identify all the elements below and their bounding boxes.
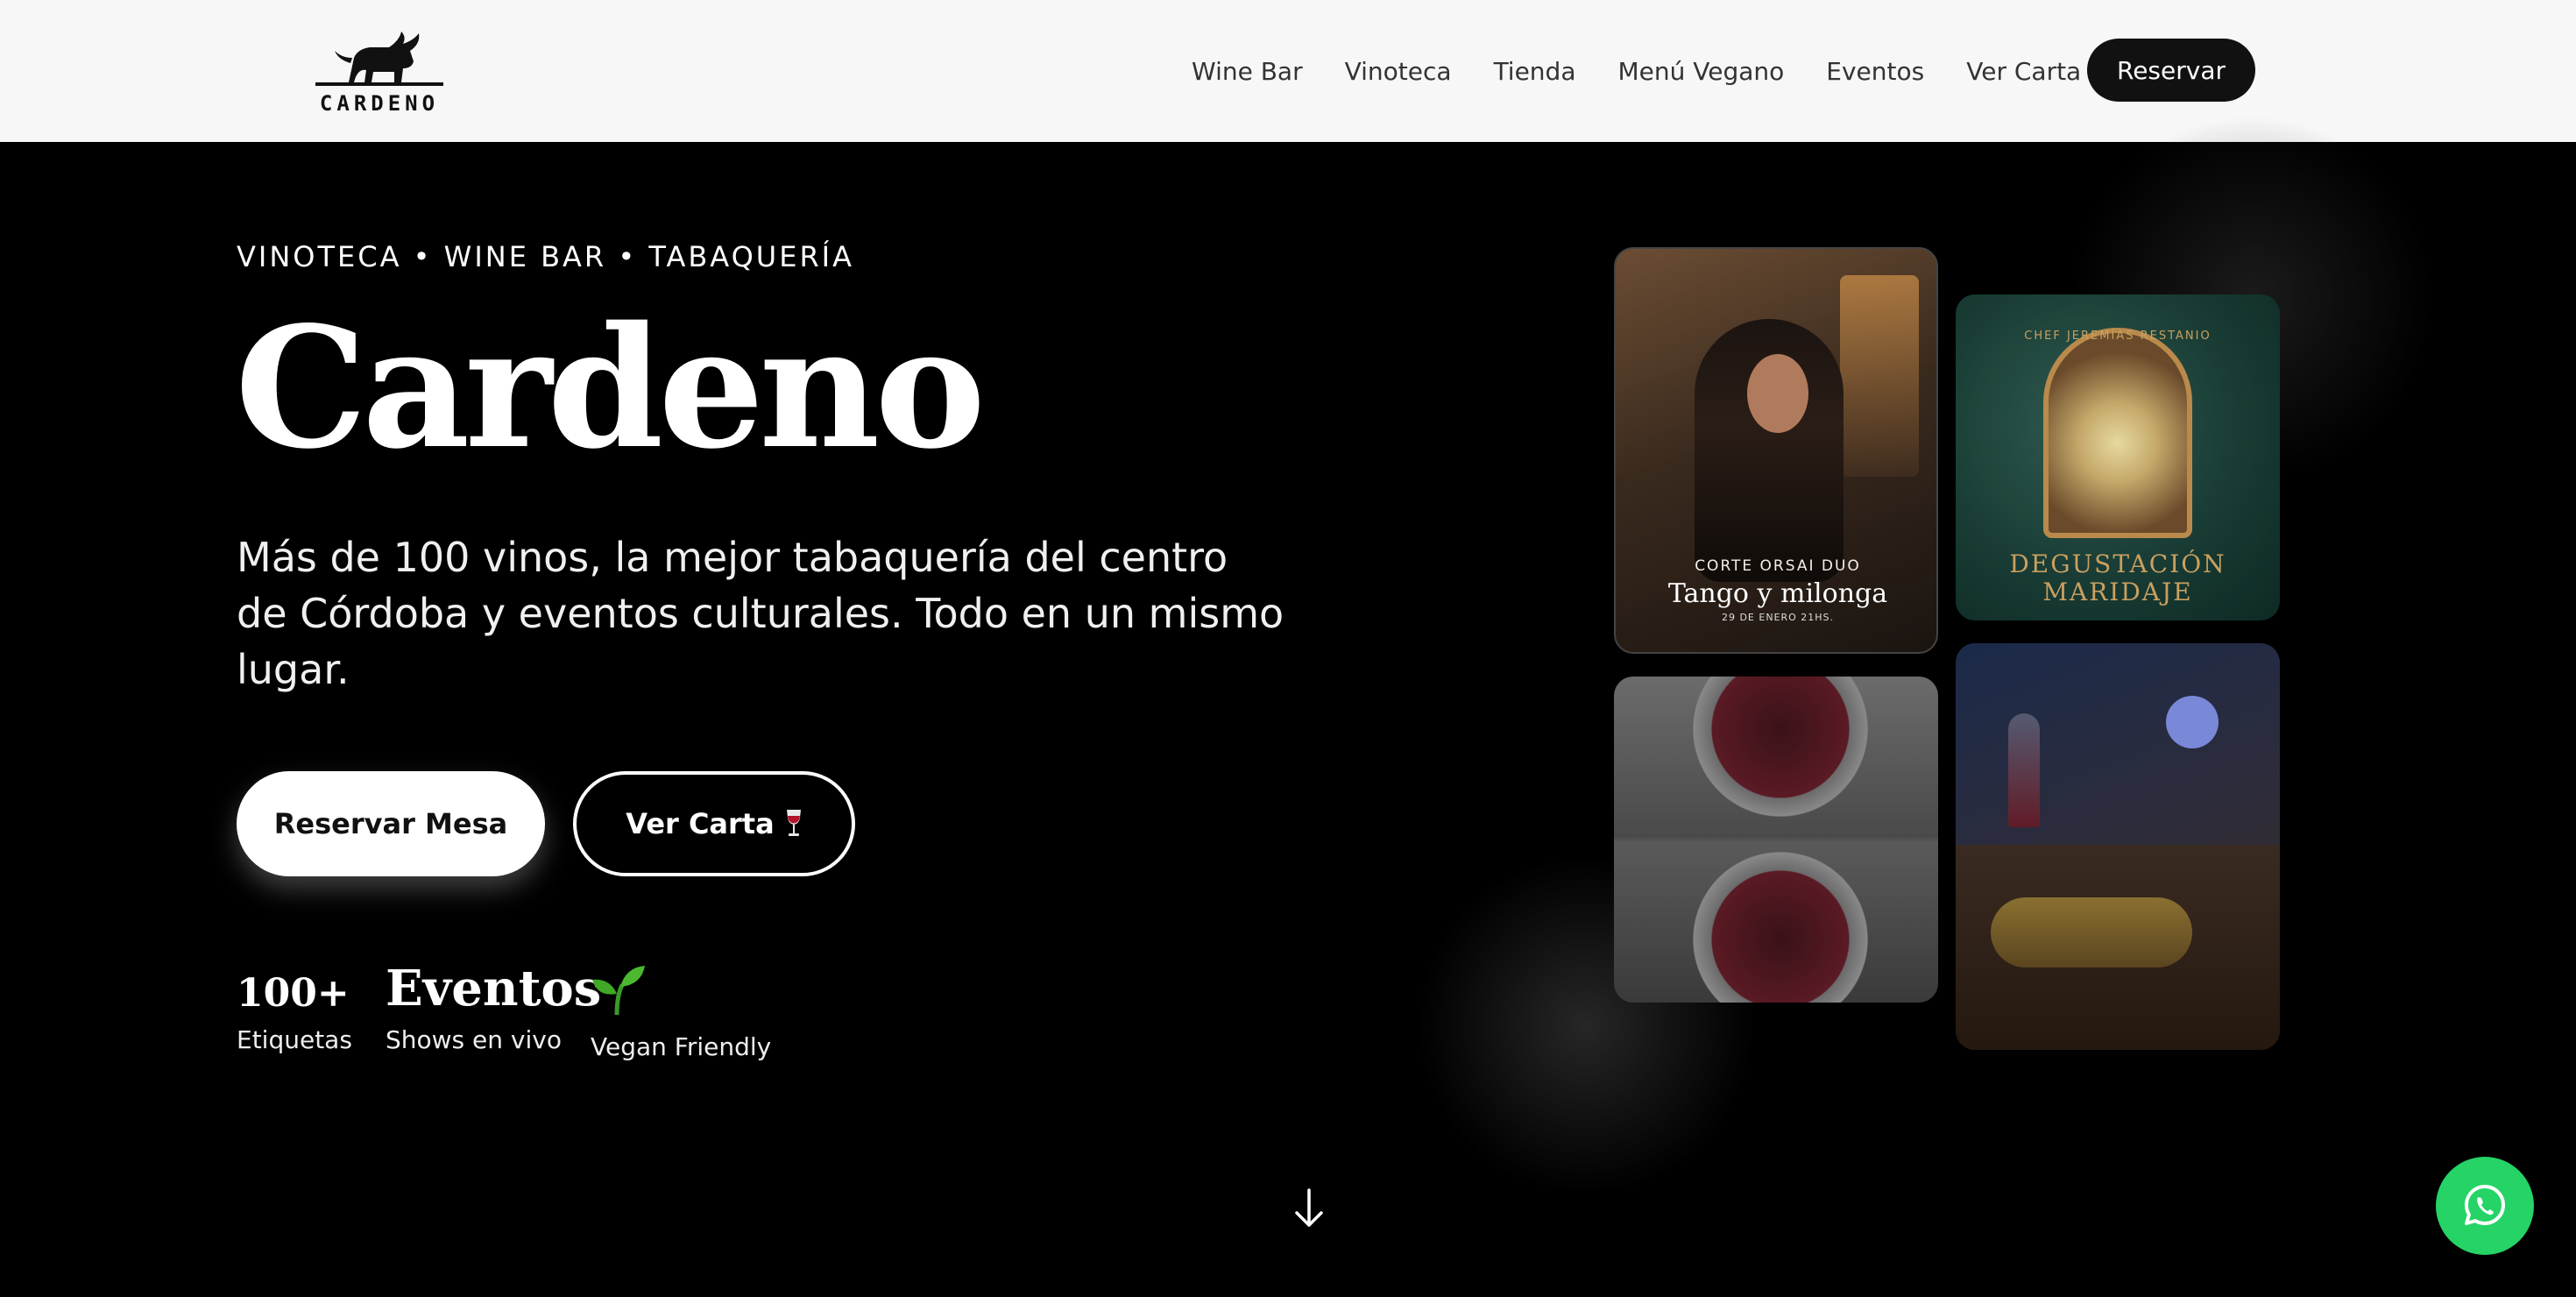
whatsapp-button[interactable] — [2436, 1157, 2534, 1255]
photo-wine-glass — [1693, 852, 1868, 1003]
wine-glass-icon — [786, 810, 801, 836]
stat-label: Etiquetas — [237, 1025, 352, 1054]
event-title: DEGUSTACIÓN MARIDAJE — [1956, 550, 2280, 606]
bull-logo-icon — [315, 32, 443, 86]
brand-logo[interactable]: CARDENO — [315, 25, 443, 117]
photo-wine-pour[interactable] — [1614, 677, 1938, 1003]
nav-ver-carta[interactable]: Ver Carta — [1966, 57, 2081, 86]
photo-dish — [2043, 328, 2192, 538]
ver-carta-button[interactable]: Ver Carta — [573, 771, 855, 876]
stat-label: Shows en vivo — [386, 1025, 562, 1054]
event-card-degustacion[interactable]: CHEF JEREMÍAS RESTANIO DEGUSTACIÓN MARID… — [1956, 294, 2280, 620]
whatsapp-icon — [2464, 1184, 2505, 1226]
event-title-line: DEGUSTACIÓN — [2009, 549, 2226, 578]
photo-plate — [1991, 897, 2192, 967]
event-date: 29 DE ENERO 21HS. — [1721, 612, 1835, 623]
photo-singer-face — [1747, 354, 1808, 433]
stat-vegan: Vegan Friendly — [591, 964, 771, 1061]
brand-name: CARDENO — [319, 91, 440, 116]
nav-eventos[interactable]: Eventos — [1826, 57, 1924, 86]
event-title-line: MARIDAJE — [2042, 578, 2193, 606]
photo-table-setting[interactable] — [1956, 643, 2280, 1050]
stat-etiquetas: 100+ Etiquetas — [237, 964, 352, 1055]
event-title: Tango y milonga — [1667, 578, 1888, 609]
photo-background-lights — [1840, 275, 1919, 477]
arrow-down-icon[interactable] — [1293, 1188, 1325, 1229]
stat-value: 100+ — [237, 971, 350, 1016]
ver-carta-label: Ver Carta — [626, 807, 775, 840]
photo-wine-glass — [1693, 677, 1868, 817]
nav-tienda[interactable]: Tienda — [1494, 57, 1576, 86]
hero-subtitle: Más de 100 vinos, la mejor tabaquería de… — [237, 534, 1284, 693]
seedling-icon — [592, 966, 645, 1016]
photo-flower — [2166, 696, 2219, 748]
hero-title: Cardeno — [235, 290, 986, 485]
stat-label: Vegan Friendly — [591, 1032, 772, 1061]
reservar-mesa-label: Reservar Mesa — [273, 807, 508, 840]
hero-kicker: VINOTECA • WINE BAR • TABAQUERÍA — [237, 240, 854, 273]
nav-wine-bar[interactable]: Wine Bar — [1192, 57, 1303, 86]
photo-wine-glass — [2008, 713, 2040, 827]
main-nav: Wine Bar Vinoteca Tienda Menú Vegano Eve… — [1192, 0, 2081, 142]
nav-vinoteca[interactable]: Vinoteca — [1345, 57, 1452, 86]
stat-value: Eventos — [386, 960, 602, 1017]
nav-menu-vegano[interactable]: Menú Vegano — [1618, 57, 1785, 86]
event-subtitle: CORTE ORSAI DUO — [1695, 557, 1861, 575]
reservar-button[interactable]: Reservar — [2087, 39, 2255, 102]
site-header: CARDENO Wine Bar Vinoteca Tienda Menú Ve… — [0, 0, 2576, 142]
reservar-mesa-button[interactable]: Reservar Mesa — [237, 771, 545, 876]
stat-eventos: Eventos Shows en vivo — [386, 964, 601, 1054]
event-card-tango[interactable]: CORTE ORSAI DUO Tango y milonga 29 DE EN… — [1614, 247, 1938, 654]
event-chef: CHEF JEREMÍAS RESTANIO — [2024, 330, 2212, 343]
